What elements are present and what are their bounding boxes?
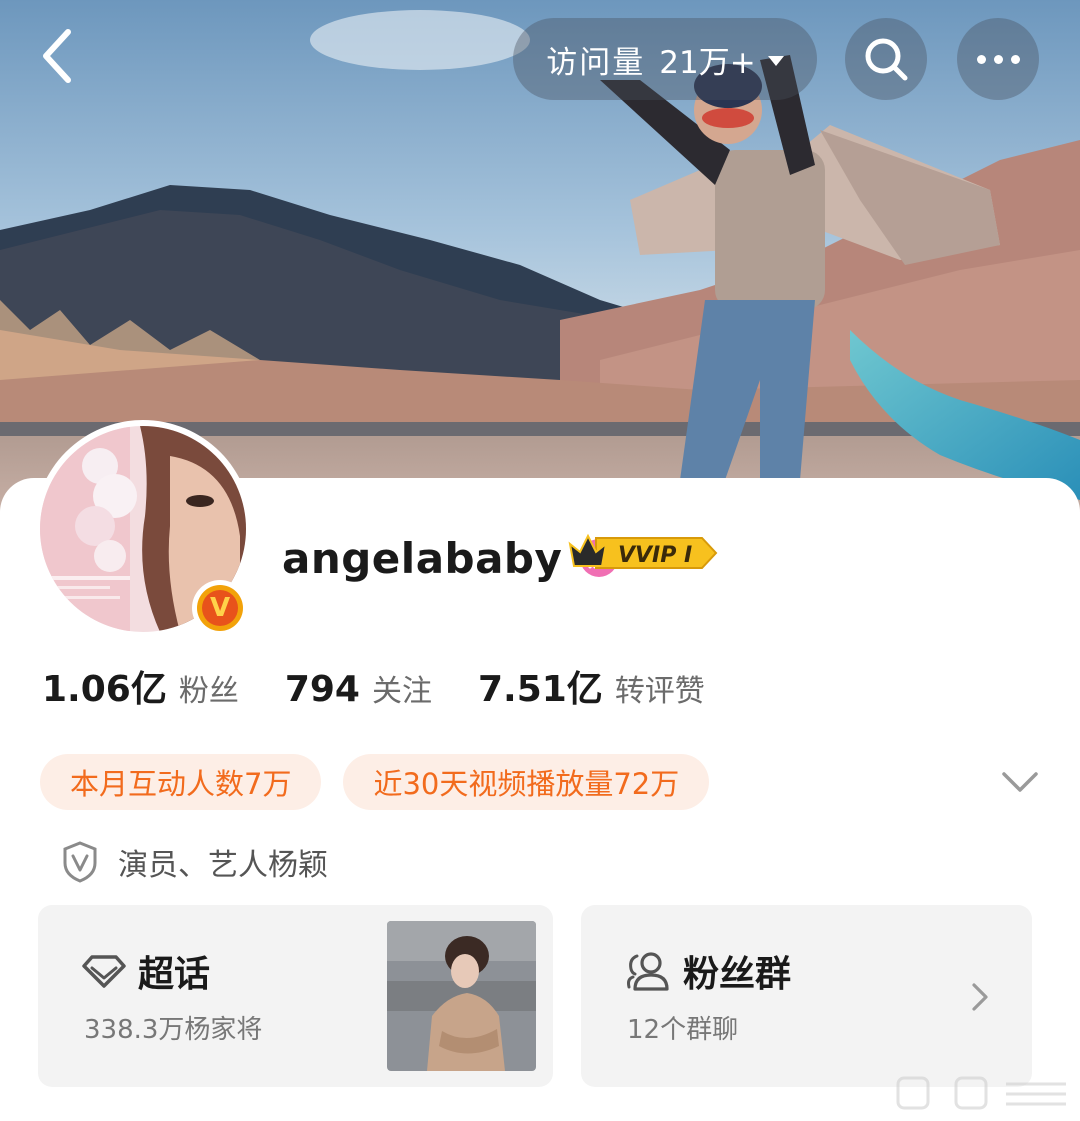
fan-group-title: 粉丝群 [683,954,792,995]
verification-text: 演员、艺人杨颖 [118,848,328,883]
fan-group-subtitle: 12个群聊 [627,1015,739,1045]
stat-followers[interactable]: 1.06亿 粉丝 [42,660,239,712]
stat-label: 粉丝 [178,674,239,709]
verified-badge-icon: V [192,580,248,636]
tag-video-plays[interactable]: 近30天视频播放量72万 [343,754,710,810]
visit-count-value: 21万+ [659,44,756,81]
shield-v-icon [63,841,97,883]
chevron-right-icon [972,983,988,1011]
expand-chevron-icon[interactable] [998,760,1042,804]
more-dots-icon [976,54,1020,64]
stat-value: 7.51亿 [477,669,603,710]
super-topic-thumbnail [387,921,536,1071]
profile-stats: 1.06亿 粉丝 794 关注 7.51亿 转评赞 [42,660,751,720]
tag-monthly-interactions[interactable]: 本月互动人数7万 [40,754,322,810]
back-chevron-icon [43,29,71,83]
vvip-badge[interactable]: VVIP I [566,532,718,574]
stat-engagement[interactable]: 7.51亿 转评赞 [478,660,705,712]
top-navigation-bar: 访问量 21万+ [0,0,1080,120]
visit-count-pill[interactable]: 访问量 21万+ [513,18,817,100]
stat-value: 1.06亿 [42,669,167,710]
search-icon [865,38,908,81]
super-topic-subtitle: 338.3万杨家将 [84,1015,263,1045]
visit-count-label: 访问量 [546,44,646,81]
stat-value: 794 [284,669,360,710]
super-topic-card[interactable]: 超话 338.3万杨家将 [38,905,553,1087]
stat-label: 转评赞 [614,674,705,709]
stat-following[interactable]: 794 关注 [285,666,432,710]
vvip-label: VVIP I [618,543,692,568]
search-button[interactable] [845,18,927,100]
diamond-icon [82,955,126,988]
caret-down-icon [767,56,784,66]
group-users-icon [627,952,669,991]
verification-info[interactable]: 演员、艺人杨颖 [62,840,328,884]
stat-label: 关注 [371,674,432,709]
fan-group-card[interactable]: 粉丝群 12个群聊 [581,905,1032,1087]
super-topic-title: 超话 [138,954,211,995]
back-button[interactable] [26,24,90,88]
profile-tags: 本月互动人数7万 近30天视频播放量72万 [40,754,710,810]
more-options-button[interactable] [957,18,1039,100]
watermark-logo-icon [896,1076,1066,1110]
profile-name: angelababy [282,533,563,583]
